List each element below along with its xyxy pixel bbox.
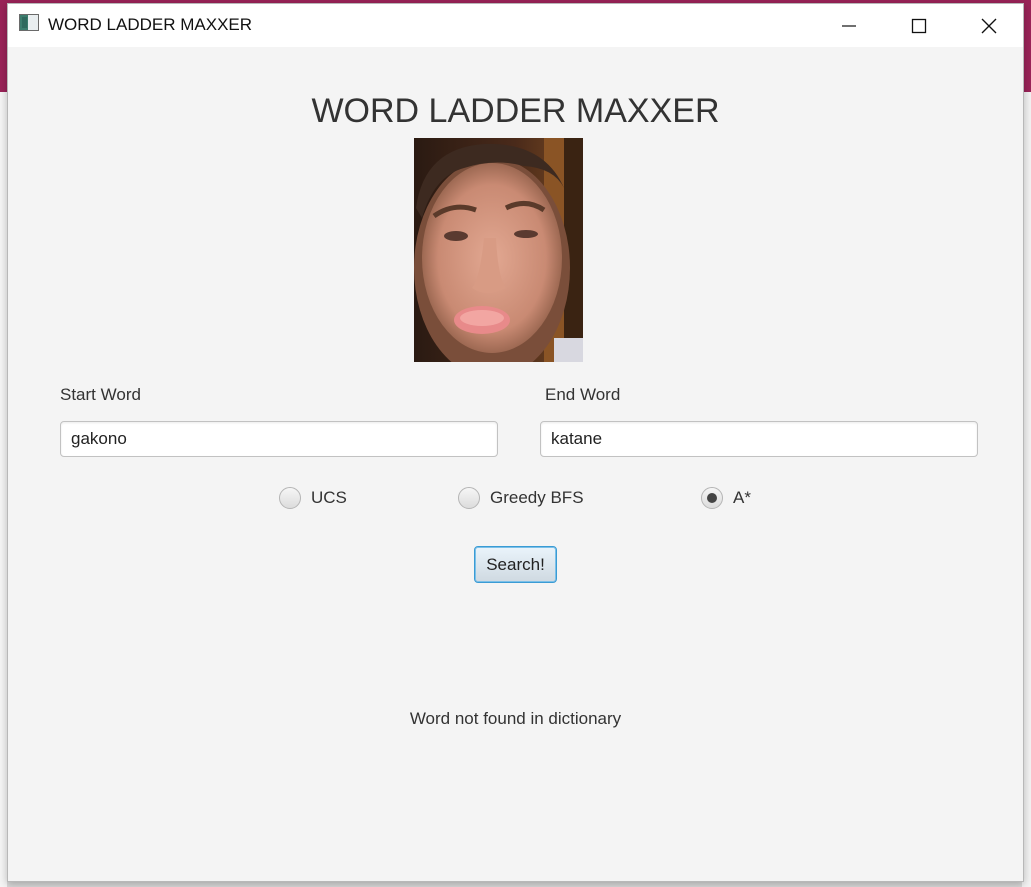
portrait-photo bbox=[414, 138, 583, 362]
app-icon bbox=[19, 14, 39, 31]
result-message: Word not found in dictionary bbox=[409, 709, 622, 728]
end-word-input[interactable] bbox=[540, 421, 978, 457]
radio-circle[interactable] bbox=[458, 487, 480, 509]
close-button[interactable] bbox=[954, 4, 1024, 47]
start-word-label: Start Word bbox=[60, 385, 141, 404]
radio-a-star[interactable]: A* bbox=[701, 485, 751, 511]
minimize-button[interactable] bbox=[814, 4, 884, 47]
start-word-input[interactable] bbox=[60, 421, 498, 457]
window-title: WORD LADDER MAXXER bbox=[48, 15, 253, 34]
background-window-edge-left bbox=[0, 92, 7, 887]
title-bar[interactable]: WORD LADDER MAXXER bbox=[8, 4, 1023, 47]
minimize-icon bbox=[842, 24, 856, 27]
page-title: WORD LADDER MAXXER bbox=[311, 92, 720, 130]
maximize-button[interactable] bbox=[884, 4, 954, 47]
radio-label-greedy-bfs: Greedy BFS bbox=[490, 488, 584, 507]
main-content: WORD LADDER MAXXER Start Word End Word g… bbox=[8, 47, 1023, 881]
radio-circle-selected[interactable] bbox=[701, 487, 723, 509]
maximize-icon bbox=[911, 18, 927, 33]
radio-greedy-bfs[interactable]: Greedy BFS bbox=[458, 485, 584, 511]
app-window: WORD LADDER MAXXER WORD LADDER MAXXER St… bbox=[7, 3, 1024, 882]
search-button[interactable]: Search! bbox=[474, 546, 557, 583]
radio-circle[interactable] bbox=[279, 487, 301, 509]
close-icon bbox=[981, 18, 997, 33]
radio-selected-dot bbox=[707, 493, 717, 503]
radio-label-ucs: UCS bbox=[311, 488, 347, 507]
radio-label-a-star: A* bbox=[733, 488, 751, 507]
end-word-label: End Word bbox=[545, 385, 621, 404]
radio-ucs[interactable]: UCS bbox=[279, 485, 347, 511]
